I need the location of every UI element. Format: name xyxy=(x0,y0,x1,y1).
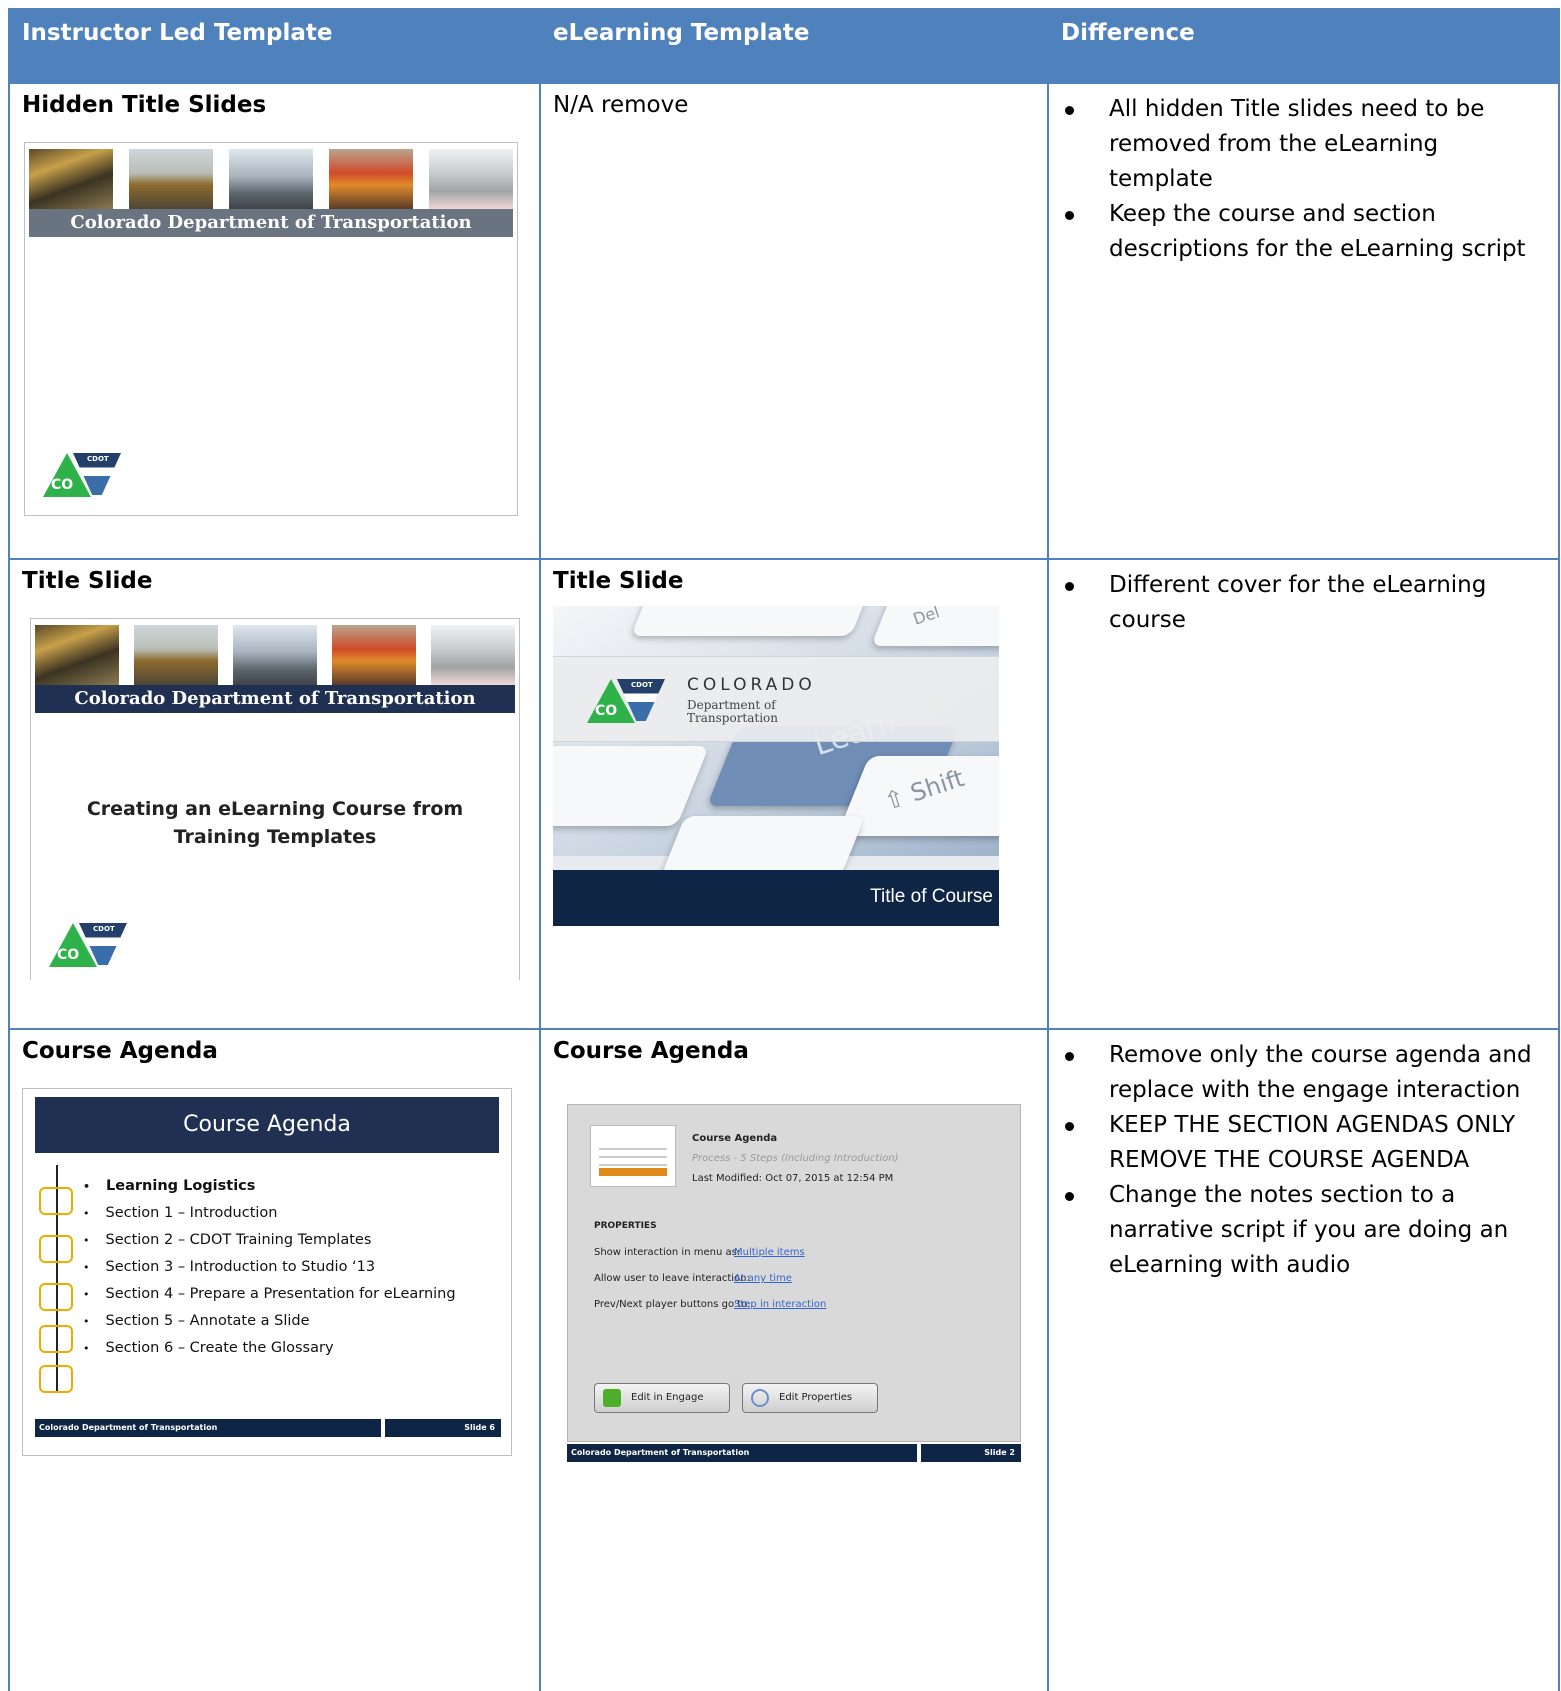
difference-list: All hidden Title slides need to be remov… xyxy=(1061,92,1546,267)
cell-ilt: Title Slide Colorado Department of Trans… xyxy=(8,558,541,1030)
engage-interaction-screenshot: Course Agenda Process - 5 Steps (Includi… xyxy=(567,1104,1021,1442)
na-remove-text: N/A remove xyxy=(553,92,689,118)
engage-icon xyxy=(603,1389,621,1407)
workers-photo xyxy=(332,625,416,685)
prop-label: Show interaction in menu as: xyxy=(594,1247,741,1258)
interaction-thumbnail xyxy=(590,1125,676,1187)
cover-brand-band: CO CDOT COLORADO Department of Transport… xyxy=(553,656,999,742)
table-row: Title Slide Colorado Department of Trans… xyxy=(8,558,1560,1030)
prop-link-leave[interactable]: At any time xyxy=(734,1273,792,1284)
title-slide-thumbnail: Colorado Department of Transportation Cr… xyxy=(30,618,520,980)
engage-modified: Last Modified: Oct 07, 2015 at 12:54 PM xyxy=(692,1173,894,1184)
cell-difference: Different cover for the eLearning course xyxy=(1047,558,1560,1030)
gear-icon xyxy=(751,1389,769,1407)
tunnel-photo xyxy=(29,149,113,209)
list-item: Keep the course and section descriptions… xyxy=(1061,197,1546,267)
course-agenda-slide-thumbnail: Course Agenda Learning Logistics Section… xyxy=(22,1088,512,1456)
workers-photo xyxy=(329,149,413,209)
engage-title: Course Agenda xyxy=(692,1133,778,1144)
row-title: Title Slide xyxy=(22,568,153,594)
comparison-table: Instructor Led Template eLearning Templa… xyxy=(8,8,1560,1691)
slide-course-title: Creating an eLearning Course from Traini… xyxy=(86,798,464,848)
slide-footer-left: Colorado Department of Transportation xyxy=(35,1419,381,1437)
list-item: KEEP THE SECTION AGENDAS ONLY REMOVE THE… xyxy=(1061,1108,1546,1178)
list-item: Section 2 – CDOT Training Templates xyxy=(83,1227,456,1254)
traffic-photo xyxy=(229,149,313,209)
list-item: Change the notes section to a narrative … xyxy=(1061,1178,1546,1283)
hidden-title-slide-thumbnail: Colorado Department of Transportation CO… xyxy=(24,142,518,516)
prop-label: Prev/Next player buttons go to: xyxy=(594,1299,751,1310)
agenda-list: Learning Logistics Section 1 – Introduct… xyxy=(83,1173,456,1362)
prop-link-menu[interactable]: Multiple items xyxy=(734,1247,805,1258)
difference-list: Remove only the course agenda and replac… xyxy=(1061,1038,1546,1283)
prop-link-prevnext[interactable]: Step in interaction xyxy=(734,1299,826,1310)
cell-difference: Remove only the course agenda and replac… xyxy=(1047,1028,1560,1691)
snow-photo xyxy=(431,625,515,685)
cell-elearning: Course Agenda Course Agenda Process - 5 … xyxy=(539,1028,1049,1691)
cover-subtitle: Department of Transportation xyxy=(687,698,779,725)
cell-elearning: N/A remove xyxy=(539,82,1049,560)
list-item: Section 5 – Annotate a Slide xyxy=(83,1308,456,1335)
properties-heading: PROPERTIES xyxy=(594,1221,657,1231)
slide-footer-right: Slide 2 xyxy=(921,1444,1021,1462)
list-item: All hidden Title slides need to be remov… xyxy=(1061,92,1546,197)
traffic-photo xyxy=(233,625,317,685)
photo-strip xyxy=(35,625,515,687)
list-item: Section 3 – Introduction to Studio ‘13 xyxy=(83,1254,456,1281)
header-elearning: eLearning Template xyxy=(539,8,1049,84)
cover-title-of-course: Title of Course xyxy=(870,886,993,907)
slide-footer-left: Colorado Department of Transportation xyxy=(567,1444,917,1462)
slide-banner: Colorado Department of Transportation xyxy=(29,209,513,237)
row-title: Course Agenda xyxy=(553,1038,749,1064)
edit-in-engage-button[interactable]: Edit in Engage xyxy=(594,1383,730,1413)
list-item: Section 1 – Introduction xyxy=(83,1200,456,1227)
list-item: Section 6 – Create the Glossary xyxy=(83,1335,456,1362)
table-row: Hidden Title Slides Colorado Department … xyxy=(8,82,1560,560)
table-header-row: Instructor Led Template eLearning Templa… xyxy=(8,8,1560,84)
list-item: Section 4 – Prepare a Presentation for e… xyxy=(83,1281,456,1308)
cdot-logo-icon: CO CDOT xyxy=(49,923,129,969)
snow-photo xyxy=(429,149,513,209)
slide-banner: Colorado Department of Transportation xyxy=(35,685,515,713)
cdot-logo-icon: CO CDOT xyxy=(43,453,123,499)
edit-properties-button[interactable]: Edit Properties xyxy=(742,1383,878,1413)
cell-difference: All hidden Title slides need to be remov… xyxy=(1047,82,1560,560)
tunnel-photo xyxy=(35,625,119,685)
list-item: Learning Logistics xyxy=(83,1173,456,1200)
cover-footer: Title of Course xyxy=(553,870,999,926)
row-title: Title Slide xyxy=(553,568,684,594)
loader-photo xyxy=(134,625,218,685)
difference-list: Different cover for the eLearning course xyxy=(1061,568,1546,638)
header-instructor-led: Instructor Led Template xyxy=(8,8,541,84)
agenda-heading: Course Agenda xyxy=(35,1097,499,1153)
header-difference: Difference xyxy=(1047,8,1560,84)
cell-ilt: Course Agenda Course Agenda Learning Log… xyxy=(8,1028,541,1691)
row-title: Hidden Title Slides xyxy=(22,92,267,118)
list-item: Remove only the course agenda and replac… xyxy=(1061,1038,1546,1108)
list-item: Different cover for the eLearning course xyxy=(1061,568,1546,638)
engage-process: Process - 5 Steps (Including Introductio… xyxy=(692,1153,899,1164)
photo-strip xyxy=(29,149,513,211)
elearning-cover-thumbnail: ⇧ Shift Learn Del CO CDOT COLORADO Depar… xyxy=(553,606,999,926)
table-row: Course Agenda Course Agenda Learning Log… xyxy=(8,1028,1560,1691)
cdot-logo-icon: CO CDOT xyxy=(587,679,667,725)
prop-label: Allow user to leave interaction: xyxy=(594,1273,750,1284)
loader-photo xyxy=(129,149,213,209)
row-title: Course Agenda xyxy=(22,1038,218,1064)
cell-ilt: Hidden Title Slides Colorado Department … xyxy=(8,82,541,560)
cover-brand-text: COLORADO xyxy=(687,675,816,695)
cell-elearning: Title Slide ⇧ Shift Learn Del CO CD xyxy=(539,558,1049,1030)
slide-footer-right: Slide 6 xyxy=(385,1419,501,1437)
document-page: Instructor Led Template eLearning Templa… xyxy=(0,0,1561,1691)
